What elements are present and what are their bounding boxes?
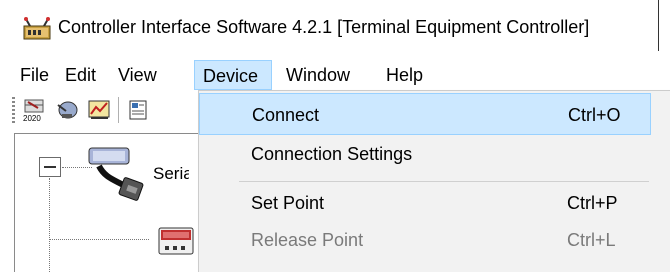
tree-collapse-toggle[interactable]	[39, 157, 61, 177]
svg-text:2020: 2020	[23, 114, 41, 123]
menu-item-connection-settings[interactable]: Connection Settings	[199, 133, 669, 175]
window-edge	[658, 0, 659, 51]
menu-item-label: Connect	[252, 105, 320, 125]
window-title: Controller Interface Software 4.2.1 [Ter…	[58, 17, 590, 37]
menu-item-label: Set Point	[251, 193, 325, 213]
pointer-tool-icon[interactable]	[54, 97, 80, 123]
device-dropdown-menu: Connect Ctrl+O Connection Settings Set P…	[198, 90, 670, 272]
title-bar: Controller Interface Software 4.2.1 [Ter…	[0, 0, 670, 51]
menu-file[interactable]: File	[12, 60, 57, 90]
menu-item-connect[interactable]: Connect Ctrl+O	[199, 93, 651, 135]
calendar-2020-icon[interactable]: 2020	[22, 97, 48, 123]
menu-item-shortcut: Ctrl+L	[567, 230, 616, 250]
menu-window[interactable]: Window	[278, 60, 358, 90]
menu-item-label: Release Point	[251, 230, 364, 250]
menu-bar: File Edit View Device Window Help	[0, 60, 670, 90]
app-icon	[22, 17, 52, 41]
controller-device-icon[interactable]	[155, 222, 199, 262]
menu-device[interactable]: Device	[194, 60, 272, 90]
tree-connector	[49, 239, 149, 240]
tree-item-serial-label[interactable]: Serial	[153, 164, 189, 184]
menu-item-shortcut: Ctrl+P	[567, 193, 618, 213]
chart-tool-icon[interactable]	[86, 97, 112, 123]
serial-port-icon[interactable]	[85, 146, 149, 206]
tree-connector	[49, 178, 50, 272]
menu-item-set-point[interactable]: Set Point Ctrl+P	[199, 182, 669, 224]
menu-help[interactable]: Help	[378, 60, 431, 90]
properties-icon[interactable]	[126, 97, 152, 123]
menu-item-shortcut: Ctrl+O	[568, 105, 621, 125]
menu-item-release-point[interactable]: Release Point Ctrl+L	[199, 219, 669, 261]
toolbar-separator	[118, 97, 119, 123]
device-tree-panel: Serial	[14, 133, 201, 272]
menu-item-label: Connection Settings	[251, 144, 413, 164]
toolbar: 2020	[12, 93, 198, 129]
menu-view[interactable]: View	[110, 60, 165, 90]
toolbar-grip[interactable]	[12, 97, 15, 123]
menu-edit[interactable]: Edit	[57, 60, 104, 90]
